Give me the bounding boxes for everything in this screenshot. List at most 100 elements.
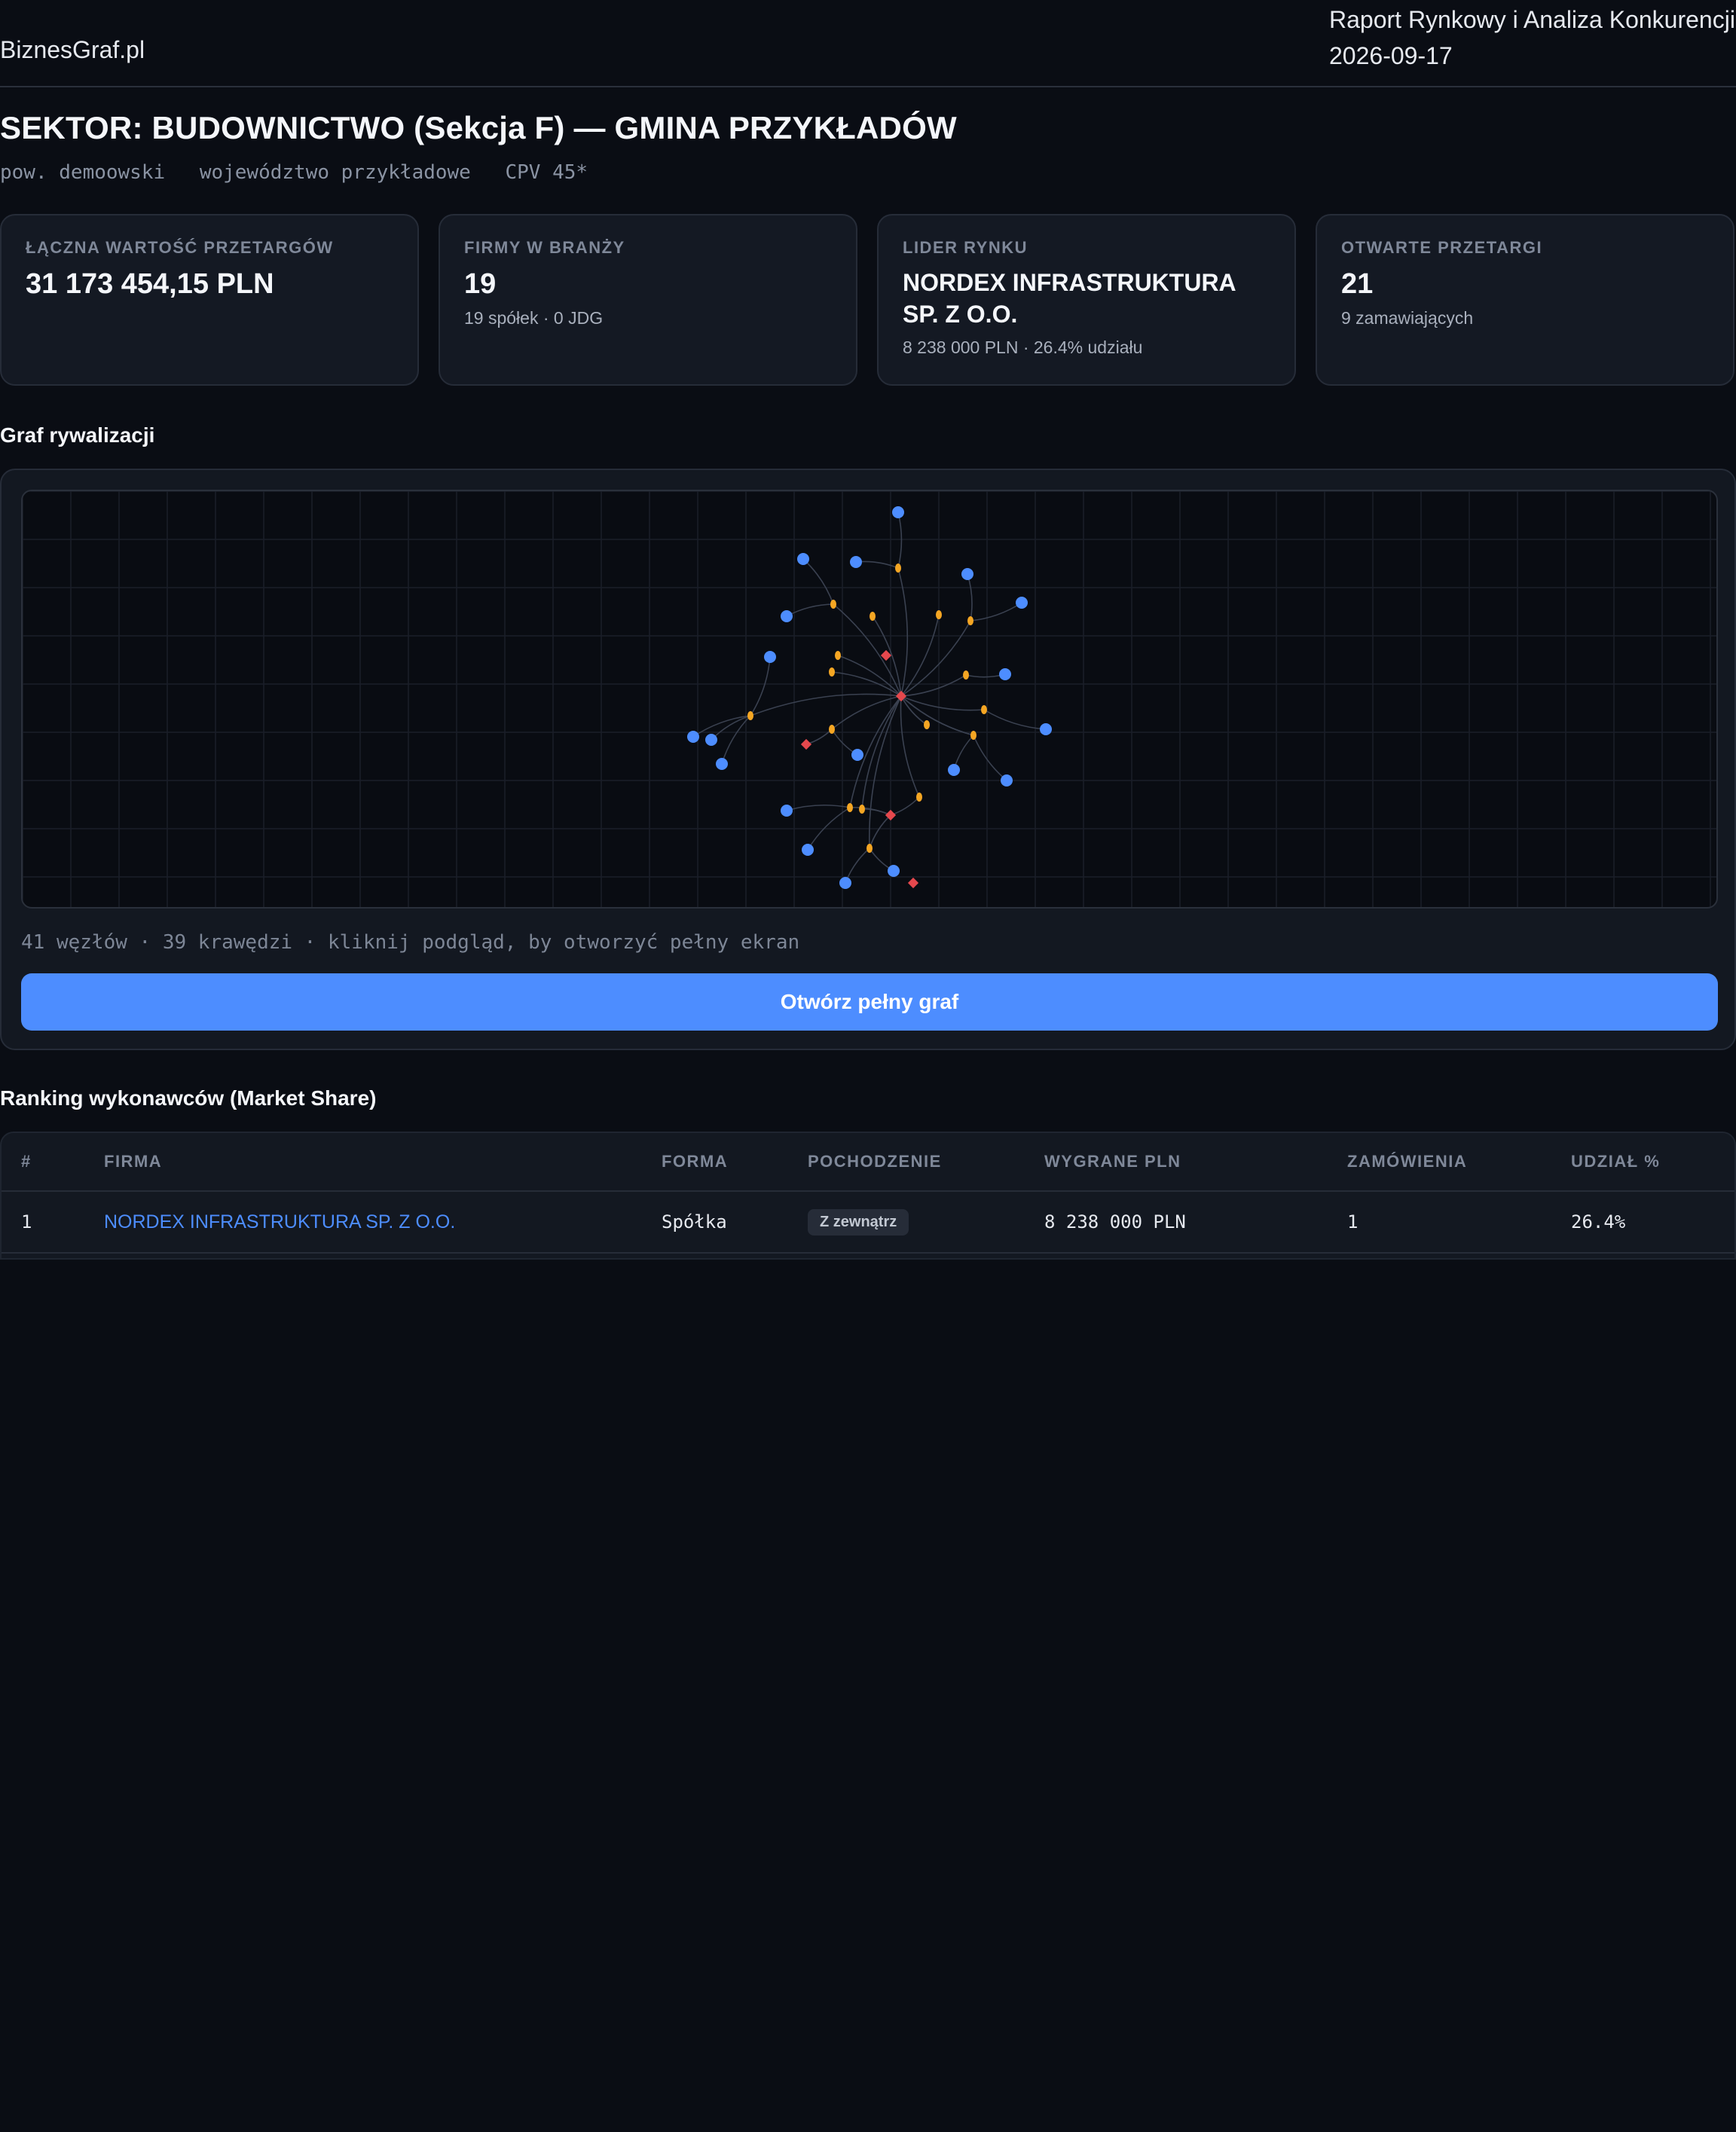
tender-node bbox=[829, 667, 835, 677]
company-node bbox=[802, 844, 814, 856]
cell-form: Spółka bbox=[662, 1191, 808, 1254]
cell-orders: 1 bbox=[1347, 1191, 1571, 1254]
graph-edge bbox=[970, 602, 1022, 622]
company-node bbox=[764, 651, 776, 663]
tender-node bbox=[835, 651, 841, 660]
graph-panel: 41 węzłów · 39 krawędzi · kliknij podglą… bbox=[0, 469, 1736, 1050]
col-rank[interactable]: # bbox=[2, 1133, 104, 1192]
company-node bbox=[781, 805, 793, 817]
tender-node bbox=[895, 564, 901, 573]
graph-meta: 41 węzłów · 39 krawędzi · kliknij podglą… bbox=[21, 931, 800, 954]
buyer-node bbox=[907, 877, 919, 889]
stat-card-market-leader: LIDER RYNKU NORDEX INFRASTRUKTURA SP. Z … bbox=[877, 214, 1296, 386]
company-node bbox=[1001, 774, 1013, 787]
graph-edge bbox=[802, 558, 834, 605]
col-won[interactable]: WYGRANE PLN bbox=[1044, 1133, 1347, 1192]
report-date: 2026-09-17 bbox=[1329, 42, 1453, 69]
report-title: Raport Rynkowy i Analiza Konkurencji bbox=[1329, 6, 1735, 33]
stat-value: 19 bbox=[464, 268, 497, 300]
tender-node bbox=[747, 711, 753, 720]
graph-edge bbox=[897, 512, 903, 569]
tag-cpv: CPV 45* bbox=[505, 161, 588, 184]
stat-label: ŁĄCZNA WARTOŚĆ PRZETARGÓW bbox=[26, 238, 334, 257]
company-node bbox=[850, 556, 862, 568]
stat-sub: 8 238 000 PLN · 26.4% udziału bbox=[903, 338, 1143, 357]
graph-edge bbox=[900, 695, 974, 736]
stat-value: 21 bbox=[1341, 268, 1374, 300]
stat-card-firms: FIRMY W BRANŻY 19 19 spółek · 0 JDG bbox=[439, 214, 857, 386]
stat-value: 31 173 454,15 PLN bbox=[26, 268, 274, 300]
graph-edge bbox=[869, 814, 891, 849]
tag-county: pow. demoowski bbox=[0, 161, 166, 184]
stat-card-open-tenders: OTWARTE PRZETARGI 21 9 zamawiających bbox=[1316, 214, 1734, 386]
company-node bbox=[839, 877, 851, 889]
company-node bbox=[999, 668, 1011, 680]
table-row: 1 NORDEX INFRASTRUKTURA SP. Z O.O. Spółk… bbox=[2, 1191, 1734, 1254]
firm-link[interactable]: NORDEX INFRASTRUKTURA SP. Z O.O. bbox=[104, 1211, 455, 1232]
graph-edge bbox=[983, 709, 1047, 730]
company-node bbox=[1016, 597, 1028, 609]
tag-voivodeship: województwo przykładowe bbox=[199, 161, 471, 184]
stat-sub: 19 spółek · 0 JDG bbox=[464, 308, 604, 328]
stat-value: NORDEX INFRASTRUKTURA SP. Z O.O. bbox=[903, 269, 1236, 328]
stat-sub: 9 zamawiających bbox=[1341, 308, 1474, 328]
origin-badge: Z zewnątrz bbox=[808, 1208, 909, 1236]
graph-edge bbox=[900, 674, 967, 697]
open-full-graph-button[interactable]: Otwórz pełny graf bbox=[21, 973, 1718, 1031]
col-share[interactable]: UDZIAŁ % bbox=[1571, 1133, 1734, 1192]
stat-label: OTWARTE PRZETARGI bbox=[1341, 238, 1543, 257]
tender-node bbox=[830, 600, 836, 609]
cell-rank: 1 bbox=[2, 1191, 104, 1254]
graph-section-title: Graf rywalizacji bbox=[0, 423, 155, 447]
tender-node bbox=[916, 793, 922, 802]
graph-edge bbox=[900, 695, 985, 711]
tender-node bbox=[936, 610, 942, 619]
tender-node bbox=[963, 670, 969, 680]
graph-edge bbox=[786, 804, 851, 811]
report-info: Raport Rynkowy i Analiza Konkurencji 202… bbox=[1329, 2, 1736, 74]
graph-edge bbox=[750, 693, 902, 716]
tender-node bbox=[859, 805, 865, 814]
graph-edge bbox=[973, 735, 1007, 781]
graph-edge bbox=[861, 695, 902, 810]
col-firm[interactable]: FIRMA bbox=[104, 1133, 662, 1192]
tender-node bbox=[967, 616, 973, 625]
company-node bbox=[961, 568, 973, 580]
company-node bbox=[705, 734, 717, 746]
graph-preview[interactable] bbox=[21, 490, 1718, 909]
tender-node bbox=[829, 725, 835, 734]
company-node bbox=[888, 865, 900, 877]
graph-edge bbox=[855, 560, 899, 569]
company-node bbox=[716, 758, 728, 770]
graph-canvas[interactable] bbox=[23, 491, 1718, 909]
graph-edge bbox=[900, 695, 974, 736]
col-orders[interactable]: ZAMÓWIENIA bbox=[1347, 1133, 1571, 1192]
col-form[interactable]: FORMA bbox=[662, 1133, 808, 1192]
tender-node bbox=[847, 803, 853, 812]
company-node bbox=[797, 553, 809, 565]
company-node bbox=[892, 506, 904, 518]
page-title: SEKTOR: BUDOWNICTWO (Sekcja F) — GMINA P… bbox=[0, 110, 957, 145]
cell-share: 26.4% bbox=[1571, 1191, 1734, 1254]
graph-edge bbox=[900, 695, 920, 798]
col-origin[interactable]: POCHODZENIE bbox=[808, 1133, 1044, 1192]
ranking-table: # FIRMA FORMA POCHODZENIE WYGRANE PLN ZA… bbox=[0, 1132, 1736, 1260]
tender-node bbox=[981, 705, 987, 714]
graph-edge bbox=[900, 620, 971, 697]
ranking-section-title: Ranking wykonawców (Market Share) bbox=[0, 1086, 377, 1110]
brand-logo[interactable]: BiznesGraf.pl bbox=[0, 36, 145, 64]
company-node bbox=[687, 731, 699, 743]
graph-edge bbox=[845, 848, 870, 884]
site-header: BiznesGraf.pl Raport Rynkowy i Analiza K… bbox=[0, 0, 1736, 87]
company-node bbox=[781, 610, 793, 622]
tender-node bbox=[870, 612, 876, 621]
graph-edge bbox=[890, 796, 920, 816]
tender-node bbox=[866, 844, 873, 853]
location-tags: pow. demoowski województwo przykładowe C… bbox=[0, 161, 610, 184]
company-node bbox=[1040, 723, 1052, 735]
company-node bbox=[851, 749, 863, 761]
table-header-row: # FIRMA FORMA POCHODZENIE WYGRANE PLN ZA… bbox=[2, 1133, 1734, 1192]
stat-label: LIDER RYNKU bbox=[903, 238, 1028, 257]
graph-edge bbox=[750, 656, 771, 716]
buyer-node bbox=[800, 738, 812, 750]
